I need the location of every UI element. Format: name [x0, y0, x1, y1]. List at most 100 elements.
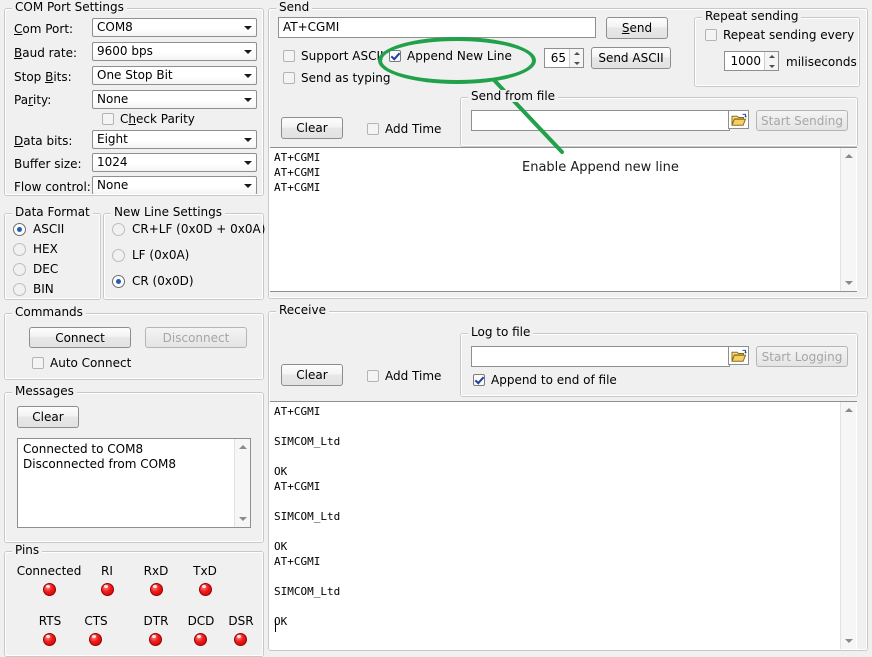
ascii-count-spinner[interactable]: 65 — [544, 48, 584, 68]
pin-led-txd — [199, 583, 212, 596]
buffer-size-label: Buffer size: — [14, 157, 82, 171]
log-file-path-input[interactable] — [471, 346, 730, 367]
scroll-down-icon[interactable] — [235, 511, 250, 527]
receive-log-scrollbar[interactable] — [840, 402, 856, 649]
log-to-file-panel: Log to file Start Logging — [460, 333, 858, 397]
chevron-down-icon[interactable] — [239, 91, 256, 108]
spinner-up-icon[interactable] — [570, 49, 583, 58]
send-as-typing-checkbox[interactable]: Send as typing — [283, 71, 390, 85]
checkbox-box — [705, 29, 717, 41]
messages-scrollbar[interactable] — [234, 439, 250, 527]
check-parity-label: Check Parity — [120, 112, 195, 126]
receive-clear-button[interactable]: Clear — [281, 364, 343, 386]
chevron-down-icon[interactable] — [239, 19, 256, 36]
data-format-option-ascii[interactable]: ASCII — [13, 222, 64, 236]
start-sending-button[interactable]: Start Sending — [756, 110, 848, 131]
buffer-size-select[interactable]: 1024 — [92, 153, 257, 172]
messages-clear-button[interactable]: Clear — [17, 406, 79, 428]
repeat-sending-panel: Repeat sending Repeat sending every 1000… — [694, 17, 860, 87]
send-clear-label: Clear — [296, 121, 327, 135]
send-clear-button[interactable]: Clear — [281, 117, 343, 139]
parity-value: None — [97, 92, 128, 106]
append-new-line-checkbox[interactable]: Append New Line — [389, 49, 512, 63]
radio-dot — [112, 275, 125, 288]
messages-list[interactable]: Connected to COM8 Disconnected from COM8 — [17, 438, 251, 528]
data-format-label-bin: BIN — [33, 282, 54, 296]
append-to-end-checkbox[interactable]: Append to end of file — [473, 373, 617, 387]
new-line-option-cr[interactable]: CR (0x0D) — [112, 274, 194, 288]
scroll-up-icon[interactable] — [841, 148, 856, 164]
chevron-down-icon[interactable] — [239, 177, 256, 194]
scroll-down-icon[interactable] — [841, 275, 856, 291]
repeat-interval-spinner[interactable]: 1000 — [724, 51, 779, 71]
chevron-down-icon[interactable] — [239, 154, 256, 171]
spinner-buttons[interactable] — [764, 52, 778, 70]
spinner-buttons[interactable] — [569, 49, 583, 67]
send-file-path-input[interactable] — [471, 110, 730, 131]
data-format-panel: Data Format ASCII HEX DEC BIN — [4, 213, 101, 300]
spinner-down-icon[interactable] — [765, 61, 778, 70]
receive-log-area[interactable]: AT+CGMI SIMCOM_Ltd OK AT+CGMI SIMCOM_Ltd… — [269, 401, 857, 649]
flow-control-select[interactable]: None — [92, 176, 257, 195]
com-port-select[interactable]: COM8 — [92, 18, 257, 37]
send-file-browse-button[interactable] — [728, 110, 749, 129]
send-button[interactable]: Send — [606, 17, 668, 39]
scroll-down-icon[interactable] — [841, 633, 856, 649]
data-bits-select[interactable]: Eight — [92, 130, 257, 149]
pin-label-dcd: DCD — [180, 614, 222, 628]
radio-dot — [112, 249, 125, 262]
new-line-option-lf[interactable]: LF (0x0A) — [112, 248, 189, 262]
stop-bits-select[interactable]: One Stop Bit — [92, 66, 257, 85]
pin-label-rxd: RxD — [135, 564, 177, 578]
com-port-settings-panel: COM Port Settings Com Port: Baud rate: S… — [4, 8, 264, 196]
data-format-option-hex[interactable]: HEX — [13, 242, 58, 256]
chevron-down-icon[interactable] — [239, 131, 256, 148]
start-sending-label: Start Sending — [761, 114, 843, 128]
send-input[interactable]: AT+CGMI — [278, 17, 596, 38]
pin-led-connected — [43, 583, 56, 596]
new-line-option-crlf[interactable]: CR+LF (0x0D + 0x0A) — [112, 222, 265, 236]
disconnect-button[interactable]: Disconnect — [145, 327, 247, 348]
pin-led-dcd — [194, 633, 207, 646]
repeat-sending-checkbox[interactable]: Repeat sending every — [705, 28, 854, 42]
log-file-browse-button[interactable] — [728, 346, 749, 365]
flow-control-value: None — [97, 178, 128, 192]
baud-rate-label: Baud rate: — [14, 46, 77, 60]
check-parity-checkbox[interactable]: Check Parity — [102, 112, 195, 126]
new-line-settings-panel: New Line Settings CR+LF (0x0D + 0x0A) LF… — [103, 213, 264, 300]
baud-rate-value: 9600 bps — [97, 44, 153, 58]
chevron-down-icon[interactable] — [239, 43, 256, 60]
spinner-up-icon[interactable] — [765, 52, 778, 61]
data-format-title: Data Format — [12, 206, 93, 218]
messages-text: Connected to COM8 Disconnected from COM8 — [23, 442, 230, 472]
scroll-up-icon[interactable] — [235, 439, 250, 455]
commands-panel: Commands Connect Disconnect Auto Connect — [4, 313, 264, 380]
send-ascii-button[interactable]: Send ASCII — [591, 47, 671, 69]
checkbox-box — [367, 370, 379, 382]
chevron-down-icon[interactable] — [239, 67, 256, 84]
new-line-label-lf: LF (0x0A) — [132, 248, 189, 262]
start-logging-button[interactable]: Start Logging — [756, 346, 848, 367]
data-format-option-bin[interactable]: BIN — [13, 282, 54, 296]
scroll-up-icon[interactable] — [841, 402, 856, 418]
send-log-scrollbar[interactable] — [840, 148, 856, 291]
parity-select[interactable]: None — [92, 90, 257, 109]
data-format-option-dec[interactable]: DEC — [13, 262, 58, 276]
baud-rate-select[interactable]: 9600 bps — [92, 42, 257, 61]
com-port-value: COM8 — [97, 20, 133, 34]
spinner-down-icon[interactable] — [570, 58, 583, 67]
messages-title: Messages — [12, 385, 77, 397]
auto-connect-checkbox[interactable]: Auto Connect — [32, 356, 131, 370]
pin-led-rts — [43, 633, 56, 646]
ascii-count-value: 65 — [545, 49, 569, 67]
receive-title: Receive — [276, 304, 329, 316]
commands-title: Commands — [12, 306, 86, 318]
support-ascii-label: Support ASCII — [301, 49, 384, 63]
send-from-file-title: Send from file — [468, 90, 558, 102]
support-ascii-checkbox[interactable]: Support ASCII — [283, 49, 384, 63]
send-button-label: Send — [622, 21, 652, 35]
send-add-time-checkbox[interactable]: Add Time — [367, 122, 441, 136]
text-caret — [275, 619, 276, 632]
receive-add-time-checkbox[interactable]: Add Time — [367, 369, 441, 383]
connect-button[interactable]: Connect — [29, 327, 131, 348]
